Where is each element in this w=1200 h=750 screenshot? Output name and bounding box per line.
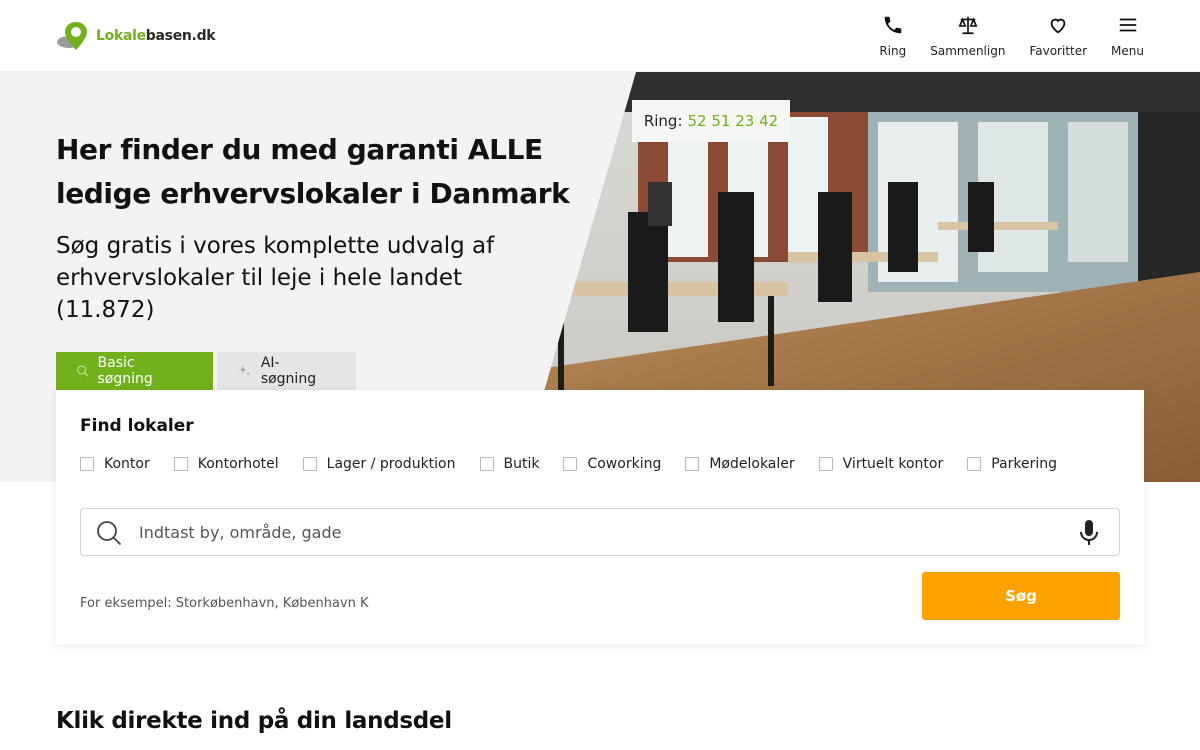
nav-compare-label: Sammenlign [930, 44, 1006, 58]
menu-icon [1119, 18, 1136, 32]
type-label: Virtuelt kontor [842, 456, 944, 472]
checkbox[interactable] [302, 457, 317, 471]
logo-text-green: Lokale [96, 28, 146, 44]
hero-title: Her finder du med garanti ALLE ledige er… [56, 133, 570, 210]
checkbox[interactable] [818, 457, 833, 471]
tab-basic-search[interactable]: Basic søgning [56, 352, 213, 390]
ring-label: Ring: [643, 112, 683, 130]
checkbox[interactable] [563, 457, 578, 471]
nav-ring-label: Ring [879, 44, 907, 58]
logo-pin-icon [57, 22, 87, 50]
checkbox[interactable] [80, 457, 94, 471]
search-example: For eksempel: Storkøbenhavn, København K [80, 596, 369, 611]
microphone-icon[interactable] [1077, 519, 1101, 547]
search-button[interactable]: Søg [922, 572, 1120, 620]
nav-compare[interactable]: Sammenlign [930, 14, 1005, 58]
checkbox[interactable] [479, 457, 494, 471]
type-checkbox-kontorhotel[interactable]: Kontorhotel [173, 456, 279, 472]
scale-icon [958, 16, 978, 35]
nav-menu-label: Menu [1111, 44, 1144, 58]
header-nav: Ring Sammenlign Favoritter Menu [855, 14, 1144, 58]
search-icon [97, 521, 122, 546]
search-icon [77, 365, 89, 377]
type-checkbox-kontor[interactable]: Kontor [80, 456, 150, 472]
type-label: Kontor [104, 456, 150, 472]
nav-menu[interactable]: Menu [1111, 14, 1144, 58]
type-checkbox-virtuelt-kontor[interactable]: Virtuelt kontor [818, 456, 944, 472]
logo-text-dark: basen.dk [145, 28, 216, 44]
tab-basic-search-label: Basic søgning [97, 355, 153, 387]
nav-favorites-label: Favoritter [1029, 44, 1088, 58]
phone-icon [884, 16, 902, 34]
type-label: Butik [503, 456, 540, 472]
location-search [80, 508, 1120, 556]
checkbox[interactable] [967, 457, 982, 471]
site-header: Lokalebasen.dk Ring Sammenlign Favoritte… [0, 0, 1200, 72]
type-checkbox-parkering[interactable]: Parkering [967, 456, 1057, 472]
type-label: Coworking [587, 456, 662, 472]
search-card: Find lokaler Kontor Kontorhotel Lager / … [56, 390, 1144, 644]
checkbox[interactable] [685, 457, 700, 471]
site-logo[interactable]: Lokalebasen.dk [56, 20, 216, 52]
tab-ai-search[interactable]: AI-søgning [217, 352, 356, 390]
sparkle-icon [238, 365, 251, 376]
type-filters: Kontor Kontorhotel Lager / produktion Bu… [80, 456, 1081, 472]
search-tabs: Basic søgning AI-søgning [56, 352, 356, 390]
ring-number[interactable]: 52 51 23 42 [688, 112, 779, 130]
region-section-title: Klik direkte ind på din landsdel [56, 708, 452, 734]
nav-favorites[interactable]: Favoritter [1029, 14, 1087, 58]
type-label: Lager / produktion [326, 456, 456, 472]
tab-ai-search-label: AI-søgning [260, 355, 317, 387]
hero-subtitle: Søg gratis i vores komplette udvalg af e… [56, 233, 495, 323]
type-checkbox-coworking[interactable]: Coworking [563, 456, 661, 472]
location-search-input[interactable] [139, 517, 1039, 547]
checkbox[interactable] [173, 457, 188, 471]
type-label: Kontorhotel [197, 456, 279, 472]
type-label: Mødelokaler [709, 456, 795, 472]
heart-icon [1050, 18, 1066, 34]
nav-ring[interactable]: Ring [879, 14, 906, 58]
type-checkbox-butik[interactable]: Butik [479, 456, 540, 472]
type-checkbox-modelokaler[interactable]: Mødelokaler [685, 456, 795, 472]
card-title: Find lokaler [80, 416, 194, 436]
logo-text: Lokalebasen.dk [96, 28, 216, 44]
ring-badge[interactable]: Ring: 52 51 23 42 [632, 100, 790, 142]
type-label: Parkering [991, 456, 1058, 472]
type-checkbox-lager[interactable]: Lager / produktion [302, 456, 456, 472]
